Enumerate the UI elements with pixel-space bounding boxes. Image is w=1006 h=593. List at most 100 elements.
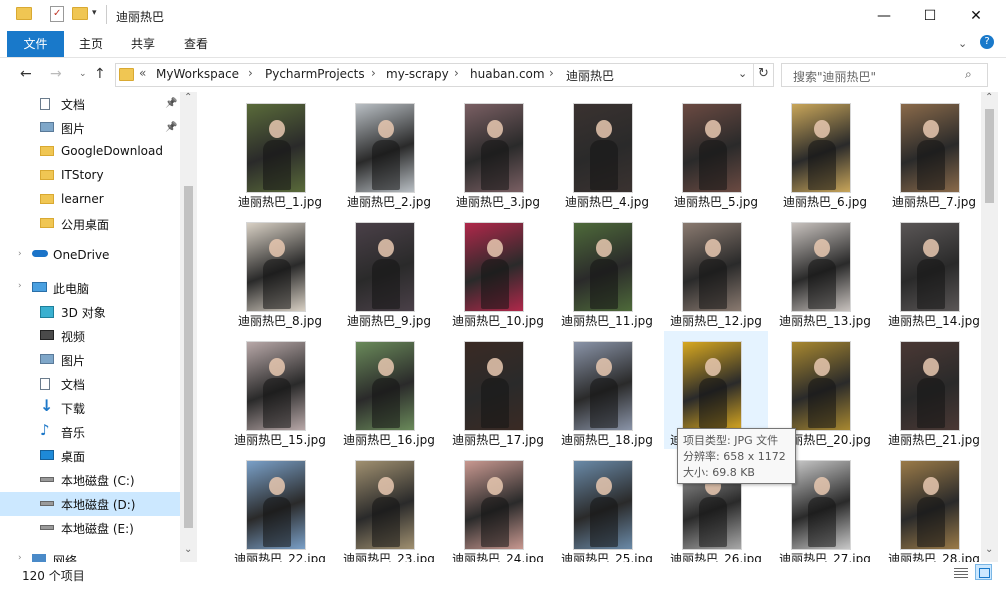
breadcrumb-huaban[interactable]: huaban.com <box>470 67 545 81</box>
help-icon[interactable]: ? <box>980 35 994 49</box>
sidebar-item[interactable]: learner <box>0 188 180 212</box>
file-item[interactable]: 迪丽热巴_22.jpg <box>228 450 332 562</box>
breadcrumb-overflow[interactable]: « <box>139 66 146 80</box>
tab-home[interactable]: 主页 <box>78 31 104 57</box>
file-thumbnail[interactable] <box>355 103 415 193</box>
file-thumbnail[interactable] <box>791 341 851 431</box>
scroll-up-icon[interactable]: ⌃ <box>985 92 993 103</box>
file-thumbnail[interactable] <box>355 341 415 431</box>
file-thumbnail[interactable] <box>900 460 960 550</box>
file-item[interactable]: 迪丽热巴_16.jpg <box>337 331 441 449</box>
file-item[interactable]: 迪丽热巴_12.jpg <box>664 212 768 330</box>
file-item[interactable]: 迪丽热巴_15.jpg <box>228 331 332 449</box>
file-item[interactable]: 迪丽热巴_2.jpg <box>337 93 441 211</box>
chevron-right-icon[interactable]: › <box>454 66 459 80</box>
chevron-right-icon[interactable]: › <box>371 66 376 80</box>
file-thumbnail[interactable] <box>682 103 742 193</box>
file-item[interactable]: 迪丽热巴_13.jpg <box>773 212 877 330</box>
search-icon[interactable]: ⌕ <box>965 67 972 82</box>
scroll-down-icon[interactable]: ⌄ <box>985 544 993 555</box>
up-icon[interactable]: ↑ <box>94 66 106 82</box>
chevron-right-icon[interactable]: › <box>248 66 253 80</box>
file-thumbnail[interactable] <box>573 341 633 431</box>
file-thumbnail[interactable] <box>900 222 960 312</box>
sidebar-item[interactable]: 桌面 <box>0 444 180 468</box>
file-thumbnail[interactable] <box>791 103 851 193</box>
file-thumbnail[interactable] <box>464 103 524 193</box>
tab-file[interactable]: 文件 <box>7 31 64 57</box>
expand-chevron-icon[interactable]: › <box>18 553 22 562</box>
content-scrollbar[interactable]: ⌃ ⌄ <box>981 92 998 562</box>
expand-chevron-icon[interactable]: › <box>18 281 22 291</box>
scroll-down-icon[interactable]: ⌄ <box>184 544 192 555</box>
chevron-right-icon[interactable]: › <box>549 66 554 80</box>
file-thumbnail[interactable] <box>464 222 524 312</box>
scroll-up-icon[interactable]: ⌃ <box>184 92 192 103</box>
forward-icon[interactable]: → <box>50 66 62 82</box>
sidebar-scroll-thumb[interactable] <box>184 186 193 528</box>
address-bar[interactable]: « MyWorkspace › PycharmProjects › my-scr… <box>115 63 774 87</box>
large-icons-view-icon[interactable] <box>975 564 992 580</box>
sidebar-item[interactable]: ↓ 下载 <box>0 396 180 420</box>
file-item[interactable]: 迪丽热巴_25.jpg <box>555 450 659 562</box>
breadcrumb-pycharmprojects[interactable]: PycharmProjects <box>265 67 365 81</box>
file-thumbnail[interactable] <box>900 341 960 431</box>
properties-icon[interactable]: ✓ <box>50 6 64 22</box>
sidebar-item[interactable]: 视频 <box>0 324 180 348</box>
file-item[interactable]: 迪丽热巴_18.jpg <box>555 331 659 449</box>
sidebar-item[interactable]: OneDrive › <box>0 244 180 268</box>
file-item[interactable]: 迪丽热巴_14.jpg <box>882 212 981 330</box>
file-item[interactable]: 迪丽热巴_6.jpg <box>773 93 877 211</box>
breadcrumb-myworkspace[interactable]: MyWorkspace <box>156 67 239 81</box>
sidebar-item[interactable]: 图片 📌 <box>0 116 180 140</box>
customize-toolbar-icon[interactable]: ▾ <box>92 8 97 24</box>
file-thumbnail[interactable] <box>791 222 851 312</box>
chevron-down-icon[interactable]: ⌄ <box>738 67 747 80</box>
file-thumbnail[interactable] <box>573 103 633 193</box>
minimize-button[interactable]: — <box>861 0 907 31</box>
file-thumbnail[interactable] <box>355 460 415 550</box>
new-folder-icon[interactable] <box>72 7 88 23</box>
details-view-icon[interactable] <box>953 566 969 580</box>
sidebar-item[interactable]: 文档 📌 <box>0 92 180 116</box>
file-thumbnail[interactable] <box>246 460 306 550</box>
file-thumbnail[interactable] <box>682 222 742 312</box>
file-item[interactable]: 迪丽热巴_7.jpg <box>882 93 981 211</box>
breadcrumb-my-scrapy[interactable]: my-scrapy <box>386 67 449 81</box>
sidebar-item[interactable]: 文档 <box>0 372 180 396</box>
sidebar-item[interactable]: 本地磁盘 (C:) <box>0 468 180 492</box>
back-icon[interactable]: ← <box>20 66 32 82</box>
file-item[interactable]: 迪丽热巴_8.jpg <box>228 212 332 330</box>
file-item[interactable]: 迪丽热巴_21.jpg <box>882 331 981 449</box>
expand-chevron-icon[interactable]: › <box>18 249 22 259</box>
breadcrumb-current[interactable]: 迪丽热巴 <box>566 67 614 84</box>
file-thumbnail[interactable] <box>573 222 633 312</box>
file-item[interactable]: 迪丽热巴_28.jpg <box>882 450 981 562</box>
recent-locations-icon[interactable]: ⌄ <box>79 69 87 79</box>
file-thumbnail[interactable] <box>791 460 851 550</box>
search-box[interactable]: 搜索"迪丽热巴" ⌕ <box>781 63 988 87</box>
file-item[interactable]: 迪丽热巴_23.jpg <box>337 450 441 562</box>
file-item[interactable]: 迪丽热巴_24.jpg <box>446 450 550 562</box>
file-thumbnail[interactable] <box>573 460 633 550</box>
file-item[interactable]: 迪丽热巴_17.jpg <box>446 331 550 449</box>
close-button[interactable]: ✕ <box>953 0 999 31</box>
file-thumbnail[interactable] <box>246 341 306 431</box>
search-input[interactable]: 搜索"迪丽热巴" <box>793 68 876 85</box>
refresh-icon[interactable]: ↻ <box>758 66 769 81</box>
file-item[interactable]: 迪丽热巴_5.jpg <box>664 93 768 211</box>
sidebar-item[interactable]: ITStory <box>0 164 180 188</box>
file-item[interactable]: 迪丽热巴_10.jpg <box>446 212 550 330</box>
file-item[interactable]: 迪丽热巴_11.jpg <box>555 212 659 330</box>
maximize-button[interactable]: ☐ <box>907 0 953 31</box>
file-item[interactable]: 迪丽热巴_1.jpg <box>228 93 332 211</box>
file-item[interactable]: 迪丽热巴_4.jpg <box>555 93 659 211</box>
sidebar-item[interactable]: 图片 <box>0 348 180 372</box>
file-item[interactable]: 迪丽热巴_9.jpg <box>337 212 441 330</box>
file-thumbnail[interactable] <box>464 460 524 550</box>
file-thumbnail[interactable] <box>900 103 960 193</box>
sidebar-item[interactable]: 网络 › <box>0 548 180 562</box>
expand-ribbon-icon[interactable]: ⌄ <box>958 37 967 50</box>
sidebar-item[interactable]: ♪ 音乐 <box>0 420 180 444</box>
sidebar-scrollbar[interactable]: ⌃ ⌄ <box>180 92 197 562</box>
